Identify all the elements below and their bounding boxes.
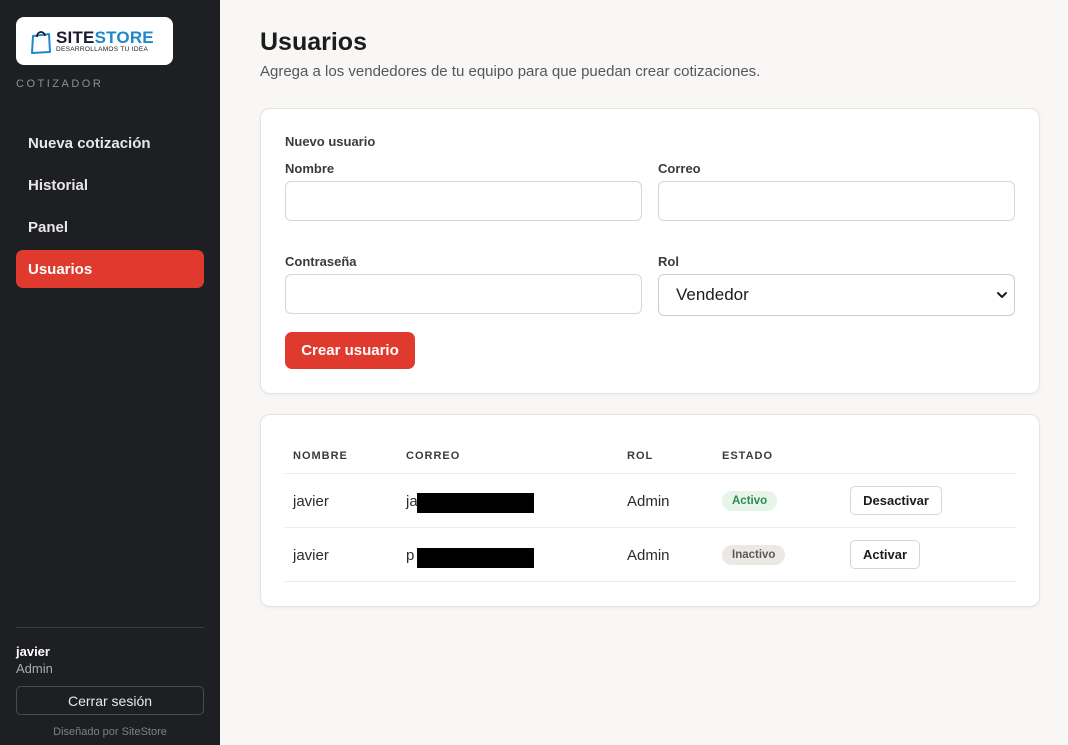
section-label-cotizador: COTIZADOR [16,78,104,90]
row1-status-badge: Activo [722,491,778,511]
column-header-nombre: NOMBRE [293,450,348,462]
shopping-bag-icon [31,31,51,54]
new-user-form-card: Nuevo usuario Nombre Correo Contraseña R… [260,108,1040,394]
sidebar-item-historial[interactable]: Historial [16,166,204,204]
sidebar-item-panel[interactable]: Panel [16,208,204,246]
row-divider [285,581,1016,582]
password-input[interactable] [285,274,642,314]
row2-email: p [406,547,415,564]
row1-name: javier [293,493,329,510]
row1-role: Admin [627,493,670,510]
logo-tagline: DESARROLLAMOS TU IDEA [56,45,149,53]
sidebar-nav: Nueva cotización Historial Panel Usuario… [16,124,204,292]
current-user-name: javier [16,644,50,659]
logo-store-text: STORE [94,27,154,47]
designer-credit: Diseñado por SiteStore [53,726,167,738]
row2-email-redaction [417,548,534,568]
row2-activate-button[interactable]: Activar [850,540,920,569]
row2-role: Admin [627,547,670,564]
column-header-rol: ROL [627,450,654,462]
sidebar-item-nueva-cotizacion[interactable]: Nueva cotización [16,124,204,162]
logout-button[interactable]: Cerrar sesión [16,686,204,715]
sitestore-logo[interactable]: SITESTORE DESARROLLAMOS TU IDEA [16,17,173,65]
role-label: Rol [658,254,679,269]
header-divider [285,473,1016,474]
row2-name: javier [293,547,329,564]
current-user-role: Admin [16,661,53,676]
email-label: Correo [658,161,701,176]
logo-site-text: SITE [56,27,95,47]
column-header-estado: ESTADO [722,450,774,462]
row-divider [285,527,1016,528]
users-table-card: NOMBRE CORREO ROL ESTADO javier ja Admin… [260,414,1040,607]
row1-email-redaction [417,493,534,513]
name-label: Nombre [285,161,335,176]
role-select[interactable]: Vendedor [658,274,1015,316]
row2-status-badge: Inactivo [722,545,786,565]
row1-deactivate-button[interactable]: Desactivar [850,486,942,515]
page-subtitle: Agrega a los vendedores de tu equipo par… [260,63,761,80]
form-heading: Nuevo usuario [285,134,376,149]
name-input[interactable] [285,181,642,221]
sidebar-item-usuarios[interactable]: Usuarios [16,250,204,288]
create-user-button[interactable]: Crear usuario [285,332,415,369]
sidebar: SITESTORE DESARROLLAMOS TU IDEA COTIZADO… [0,0,220,745]
password-label: Contraseña [285,254,357,269]
email-input[interactable] [658,181,1015,221]
chevron-down-icon [997,292,1007,298]
sidebar-divider [16,627,204,628]
role-select-value: Vendedor [676,285,749,304]
column-header-correo: CORREO [406,450,461,462]
page-title: Usuarios [260,28,367,56]
row1-email: ja [406,493,418,510]
